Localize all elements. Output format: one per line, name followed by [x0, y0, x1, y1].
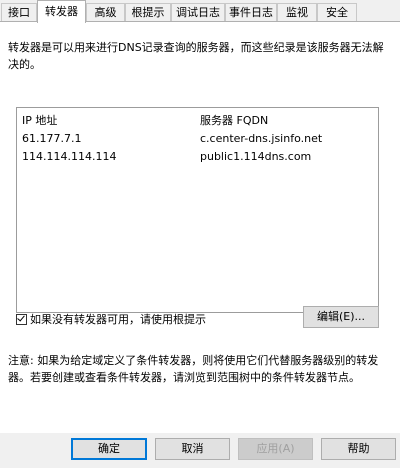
- tab-monitoring[interactable]: 监视: [277, 3, 317, 21]
- use-root-hints-checkbox[interactable]: [16, 314, 27, 325]
- server-fqdn: c.center-dns.jsinfo.net: [200, 132, 323, 145]
- forwarders-description: 转发器是可以用来进行DNS记录查询的服务器，而这些纪录是该服务器无法解决的。: [8, 41, 384, 71]
- column-header-fqdn: 服务器 FQDN: [200, 114, 269, 127]
- cancel-button[interactable]: 取消: [155, 438, 230, 460]
- conditional-forwarders-note: 注意: 如果为给定域定义了条件转发器，则将使用它们代替服务器级别的转发器。若要创…: [8, 354, 379, 384]
- column-header-ip: IP 地址: [22, 114, 58, 127]
- use-root-hints-option[interactable]: 如果没有转发器可用，请使用根提示: [16, 312, 206, 328]
- list-header: IP 地址 服务器 FQDN: [17, 112, 378, 130]
- tab-root-hints[interactable]: 根提示: [125, 3, 171, 21]
- ok-button[interactable]: 确定: [71, 438, 147, 460]
- server-fqdn: public1.114dns.com: [200, 150, 312, 163]
- tab-advanced[interactable]: 高级: [86, 3, 125, 21]
- forwarders-panel: 转发器是可以用来进行DNS记录查询的服务器，而这些纪录是该服务器无法解决的。 I…: [0, 21, 400, 433]
- list-item[interactable]: 114.114.114.114 public1.114dns.com: [17, 148, 378, 166]
- tab-interfaces[interactable]: 接口: [1, 3, 37, 21]
- tab-debug-logging[interactable]: 调试日志: [171, 3, 225, 21]
- tab-security[interactable]: 安全: [317, 3, 357, 21]
- apply-button[interactable]: 应用(A): [238, 438, 313, 460]
- use-root-hints-label: 如果没有转发器可用，请使用根提示: [30, 313, 206, 326]
- ip-address: 114.114.114.114: [22, 150, 117, 163]
- forwarders-list[interactable]: IP 地址 服务器 FQDN 61.177.7.1 c.center-dns.j…: [16, 107, 379, 313]
- tab-strip: 接口 转发器 高级 根提示 调试日志 事件日志 监视 安全: [0, 0, 400, 23]
- help-button[interactable]: 帮助: [321, 438, 396, 460]
- edit-button[interactable]: 编辑(E)...: [303, 306, 379, 328]
- list-item[interactable]: 61.177.7.1 c.center-dns.jsinfo.net: [17, 130, 378, 148]
- ip-address: 61.177.7.1: [22, 132, 82, 145]
- tab-event-logging[interactable]: 事件日志: [225, 3, 277, 21]
- tab-forwarders[interactable]: 转发器: [37, 0, 86, 23]
